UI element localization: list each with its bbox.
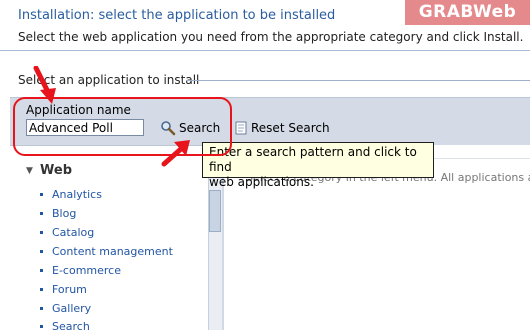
bullet-icon [40, 306, 43, 310]
reset-search-button-label: Reset Search [251, 121, 330, 135]
category-item-analytics[interactable]: Analytics [40, 188, 102, 201]
category-item-label: Gallery [52, 302, 92, 315]
page-description: Select the web application you need from… [18, 30, 524, 44]
red-arrow-icon [161, 140, 190, 167]
page-icon [235, 121, 247, 135]
section-divider [186, 80, 530, 81]
bullet-icon [40, 192, 43, 196]
tooltip-line-2: web applications. [209, 175, 314, 189]
tooltip-line-1: Enter a search pattern and click to find [209, 145, 417, 174]
logo-grab: GRAB [418, 2, 473, 22]
header-divider [0, 50, 530, 51]
category-item-gallery[interactable]: Gallery [40, 302, 91, 315]
bullet-icon [40, 249, 43, 253]
category-item-blog[interactable]: Blog [40, 207, 76, 220]
category-item-label: Analytics [52, 188, 102, 201]
page-title: Installation: select the application to … [18, 8, 336, 23]
triangle-down-icon[interactable]: ▼ [26, 166, 33, 176]
bullet-icon [40, 324, 43, 328]
grabweb-logo: GRABWeb [405, 0, 530, 25]
category-item-e-commerce[interactable]: E-commerce [40, 264, 121, 277]
scrollbar-thumb[interactable] [209, 190, 221, 232]
logo-web: Web [472, 2, 517, 22]
category-item-label: Catalog [52, 226, 95, 239]
bullet-icon [40, 230, 43, 234]
category-item-label: Content management [52, 245, 173, 258]
reset-search-button[interactable]: Reset Search [234, 119, 330, 137]
category-item-label: Search [52, 320, 90, 333]
category-item-content-management[interactable]: Content management [40, 245, 173, 258]
bullet-icon [40, 287, 43, 291]
category-item-search[interactable]: Search [40, 320, 90, 333]
category-item-catalog[interactable]: Catalog [40, 226, 94, 239]
bullet-icon [40, 211, 43, 215]
red-arrow-icon [33, 66, 56, 104]
category-title-web[interactable]: Web [40, 163, 72, 178]
category-item-label: Forum [52, 283, 87, 296]
category-item-label: Blog [52, 207, 77, 220]
bullet-icon [40, 268, 43, 272]
category-item-label: E-commerce [52, 264, 121, 277]
category-item-forum[interactable]: Forum [40, 283, 87, 296]
search-tooltip: Enter a search pattern and click to find… [202, 142, 434, 189]
